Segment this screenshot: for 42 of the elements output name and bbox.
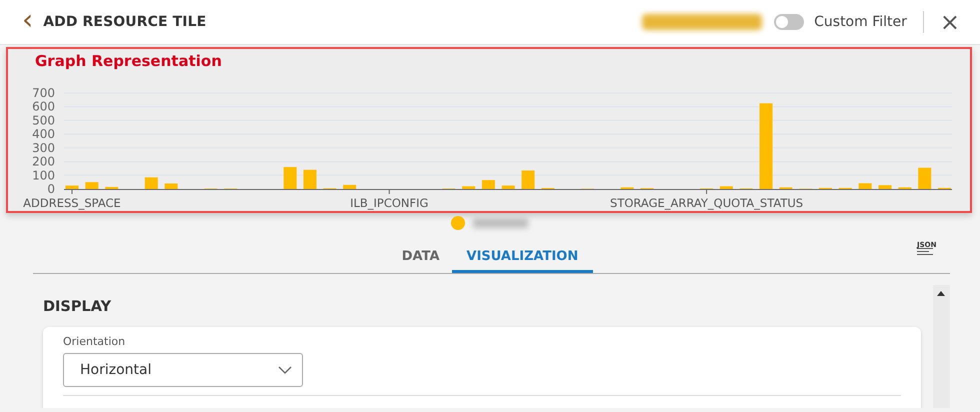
- orientation-dropdown[interactable]: Horizontal: [63, 353, 303, 387]
- axis-tick-label: 0: [47, 182, 55, 196]
- bar: [303, 170, 316, 189]
- bar: [858, 183, 872, 189]
- bar: [918, 168, 932, 189]
- bar: [105, 186, 118, 189]
- axis-tick-label: STORAGE_ARRAY_QUOTA_STATUS: [610, 196, 804, 210]
- close-button[interactable]: ×: [940, 10, 960, 34]
- back-button[interactable]: ‹: [22, 6, 34, 34]
- axis-tick-label: 200: [32, 154, 55, 169]
- axis-tick-label: 100: [32, 168, 55, 182]
- legend-dot: [451, 216, 465, 230]
- axis-tick-label: 300: [32, 140, 55, 155]
- bar: [502, 186, 515, 189]
- axis-tick-label: 400: [32, 127, 55, 142]
- bar: [144, 177, 158, 189]
- bar: [720, 186, 733, 189]
- bar: [66, 186, 78, 189]
- bar: [482, 180, 495, 189]
- bar: [85, 182, 98, 189]
- axis-tick-label: ADDRESS_SPACE: [23, 196, 121, 210]
- bar: [878, 185, 892, 189]
- bar: [343, 184, 356, 189]
- bar: [164, 184, 178, 189]
- tab[interactable]: DATA: [390, 243, 452, 273]
- toggle-label: Custom Filter: [814, 14, 907, 30]
- axis-tick-label: 600: [32, 100, 55, 114]
- chevron-down-icon: [278, 366, 292, 374]
- axis-tick-label: ILB_IPCONFIG: [350, 196, 428, 210]
- axis-tick-label: 500: [32, 113, 55, 128]
- section-heading: DISPLAY: [43, 299, 112, 315]
- bar: [284, 167, 297, 189]
- axis-tick-label: 700: [32, 86, 55, 100]
- page-title: ADD RESOURCE TILE: [43, 14, 206, 30]
- tab[interactable]: VISUALIZATION: [452, 243, 594, 273]
- blurred-label: [473, 218, 528, 228]
- bar: [462, 186, 476, 189]
- bar: [522, 170, 535, 189]
- scroll-up-icon[interactable]: [937, 291, 945, 296]
- toggle-switch[interactable]: [774, 14, 804, 30]
- field-label: Orientation: [63, 335, 126, 348]
- graph-title: Graph Representation: [35, 52, 222, 70]
